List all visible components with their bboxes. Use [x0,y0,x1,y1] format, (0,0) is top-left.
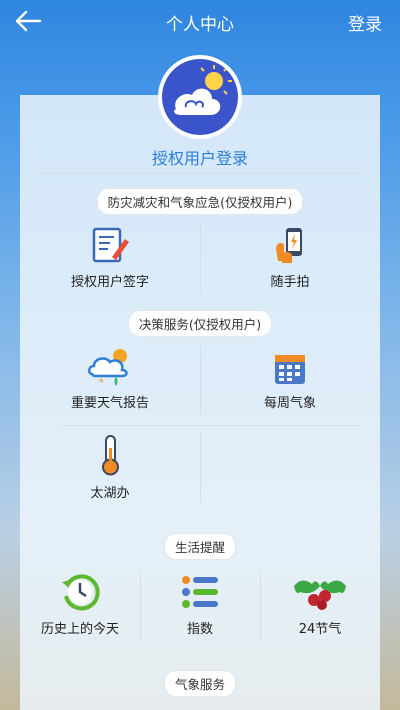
divider [200,345,201,415]
taihu-office-button[interactable]: 太湖办 [40,434,180,501]
divider [60,425,360,426]
auth-user-sign-button[interactable]: 授权用户签字 [40,225,180,290]
login-button[interactable]: 登录 [348,10,382,35]
divider [200,222,201,292]
weather-report-icon: * [88,349,128,386]
signature-icon [92,227,129,263]
history-clock-icon [62,574,100,611]
divider [200,432,201,502]
section-life-title: 生活提醒 [0,533,400,560]
holly-icon [294,580,346,610]
history-today-button[interactable]: 历史上的今天 [20,572,140,637]
top-bar: 个人中心 登录 [0,0,400,44]
svg-text:*: * [99,378,104,386]
solar-terms-button[interactable]: 24节气 [260,572,380,637]
snapshot-button[interactable]: 随手拍 [220,225,360,290]
important-weather-report-button[interactable]: * 重要天气报告 [40,346,180,411]
thermometer-icon [102,435,119,476]
calendar-icon [275,355,305,384]
section-decision-title: 决策服务(仅授权用户) [0,310,400,337]
avatar[interactable] [158,55,242,139]
index-list-icon [182,576,218,608]
section-disaster-title: 防灾减灾和气象应急(仅授权用户) [0,188,400,215]
weekly-weather-button[interactable]: 每周气象 [220,350,360,411]
page-title: 个人中心 [166,15,234,35]
auth-user-login-link[interactable]: 授权用户登录 [0,145,400,169]
phone-camera-icon [276,228,302,263]
index-button[interactable]: 指数 [140,572,260,637]
weather-logo-icon [162,59,238,135]
section-weather-title: 气象服务 [0,670,400,697]
divider [40,173,362,174]
